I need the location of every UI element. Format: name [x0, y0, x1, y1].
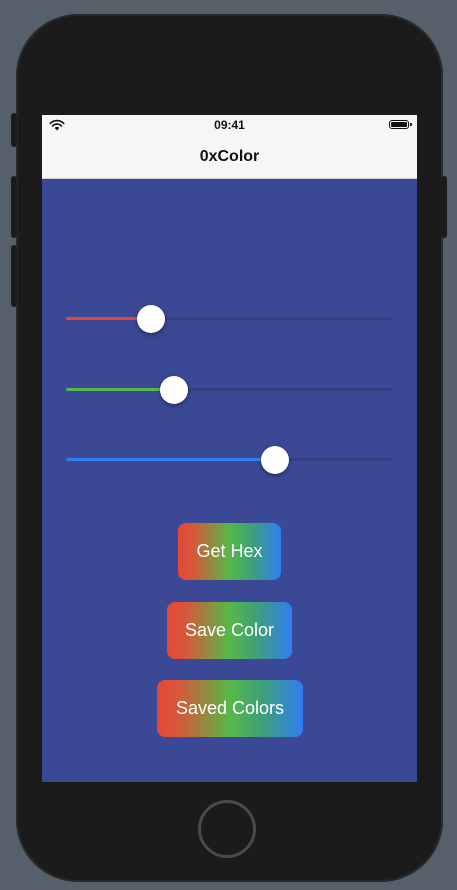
blue-slider-fill: [66, 458, 275, 461]
app-screen: 09:41 0xColor Get Hex Save Color Saved C…: [42, 115, 417, 782]
green-slider[interactable]: [66, 375, 392, 405]
green-slider-fill: [66, 388, 174, 391]
blue-slider-thumb[interactable]: [260, 446, 289, 474]
page-title: 0xColor: [199, 148, 260, 165]
navigation-bar: 0xColor: [42, 135, 417, 179]
power-button: [441, 176, 447, 238]
volume-up-button: [11, 176, 17, 238]
green-slider-thumb[interactable]: [159, 376, 188, 404]
home-button[interactable]: [198, 800, 256, 858]
red-slider-thumb[interactable]: [136, 305, 165, 333]
status-bar: 09:41: [42, 115, 417, 135]
volume-down-button: [11, 245, 17, 307]
battery-icon: [389, 120, 412, 129]
status-time: 09:41: [214, 118, 245, 132]
save-color-button[interactable]: Save Color: [167, 602, 292, 659]
red-slider[interactable]: [66, 304, 392, 334]
get-hex-button[interactable]: Get Hex: [178, 523, 281, 580]
saved-colors-button[interactable]: Saved Colors: [157, 680, 303, 737]
mute-switch: [11, 113, 17, 147]
blue-slider[interactable]: [66, 445, 392, 475]
